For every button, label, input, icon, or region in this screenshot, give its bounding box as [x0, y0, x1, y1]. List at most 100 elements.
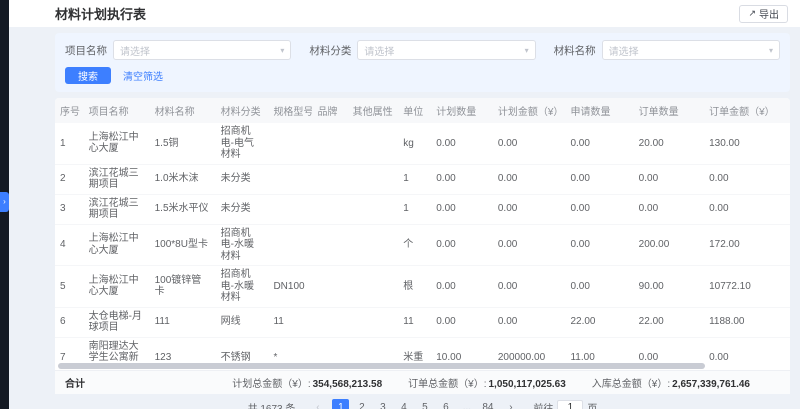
- table-header-row: 序号项目名称材料名称材料分类规格型号品牌其他属性单位计划数量计划金额（¥）申请数…: [55, 98, 790, 123]
- order-total-value: 1,050,117,025.63: [488, 379, 565, 390]
- table-cell: 0.00: [493, 164, 566, 194]
- planned-total-value: 354,568,213.58: [313, 379, 383, 390]
- table-cell: 0.00: [634, 194, 704, 224]
- table-cell: 6: [55, 307, 84, 337]
- table-cell: 0.00: [634, 337, 704, 362]
- column-header: 订单金额（¥）: [704, 98, 790, 123]
- table-cell: [312, 224, 347, 266]
- chevron-down-icon: ▾: [280, 46, 284, 55]
- table-cell: 0.00: [431, 164, 493, 194]
- table-cell: 1188.00: [704, 307, 790, 337]
- table-cell: 200.00: [634, 224, 704, 266]
- table-cell: [268, 164, 312, 194]
- table-cell: 0.00: [565, 266, 633, 308]
- column-header: 其他属性: [348, 98, 399, 123]
- table-cell: 未分类: [216, 194, 269, 224]
- material-name-select[interactable]: 请选择 ▾: [602, 40, 780, 60]
- materials-table: 序号项目名称材料名称材料分类规格型号品牌其他属性单位计划数量计划金额（¥）申请数…: [55, 98, 790, 362]
- table-cell: 招商机电-水暖材料: [216, 266, 269, 308]
- table-cell: 未分类: [216, 164, 269, 194]
- table-cell: [268, 194, 312, 224]
- table-row: 2滨江花城三期项目1.0米木沫未分类10.000.000.000.000.00: [55, 164, 790, 194]
- table-cell: 1.0米木沫: [150, 164, 216, 194]
- scrollbar-thumb[interactable]: [58, 363, 705, 369]
- filter-material-category: 材料分类 请选择 ▾: [309, 40, 535, 60]
- table-cell: 0.00: [493, 266, 566, 308]
- material-name-placeholder: 请选择: [609, 43, 639, 58]
- table-cell: 1: [398, 194, 431, 224]
- next-page-button[interactable]: ›: [502, 399, 519, 409]
- table-cell: 0.00: [634, 164, 704, 194]
- summary-row: 合计 计划总金额（¥）:354,568,213.58 订单总金额（¥）:1,05…: [55, 370, 790, 394]
- table-cell: 123: [150, 337, 216, 362]
- project-name-label: 项目名称: [65, 43, 107, 58]
- table-cell: 11: [398, 307, 431, 337]
- table-cell: 11.00: [565, 337, 633, 362]
- top-bar: 材料计划执行表 ↗ 导出: [9, 0, 800, 27]
- table-cell: 上海松江中心大厦: [84, 123, 150, 164]
- table-cell: [312, 337, 347, 362]
- table-cell: 0.00: [493, 307, 566, 337]
- material-name-label: 材料名称: [554, 43, 596, 58]
- page-jump-input[interactable]: [557, 400, 583, 409]
- chevron-down-icon: ▾: [769, 46, 773, 55]
- table-cell: kg: [398, 123, 431, 164]
- mini-sidebar: ›: [0, 0, 9, 409]
- column-header: 申请数量: [565, 98, 633, 123]
- table-row: 7南阳理达大学生公寓新建123不锈钢*米重10.00200000.0011.00…: [55, 337, 790, 362]
- horizontal-scrollbar[interactable]: [55, 362, 790, 370]
- page-button[interactable]: 3: [374, 399, 391, 409]
- page-button[interactable]: 84: [479, 399, 496, 409]
- table-cell: [312, 307, 347, 337]
- table-cell: 1: [398, 164, 431, 194]
- column-header: 材料分类: [216, 98, 269, 123]
- table-cell: [348, 307, 399, 337]
- inbound-total-value: 2,657,339,761.46: [672, 379, 750, 390]
- prev-page-button[interactable]: ‹: [309, 399, 326, 409]
- table-cell: 111: [150, 307, 216, 337]
- page-button[interactable]: 1: [332, 399, 349, 409]
- page-button[interactable]: 4: [395, 399, 412, 409]
- table-cell: 20.00: [634, 123, 704, 164]
- page-ellipsis: ...: [458, 399, 475, 409]
- filter-material-name: 材料名称 请选择 ▾: [554, 40, 780, 60]
- filter-project-name: 项目名称 请选择 ▾: [65, 40, 291, 60]
- table-cell: [312, 123, 347, 164]
- page-button[interactable]: 2: [353, 399, 370, 409]
- project-name-placeholder: 请选择: [120, 43, 150, 58]
- export-button[interactable]: ↗ 导出: [739, 5, 788, 23]
- table-scroll-area[interactable]: 序号项目名称材料名称材料分类规格型号品牌其他属性单位计划数量计划金额（¥）申请数…: [55, 98, 790, 362]
- table-cell: 招商机电-水暖材料: [216, 224, 269, 266]
- search-button[interactable]: 搜索: [65, 67, 111, 84]
- table-cell: 0.00: [431, 266, 493, 308]
- table-cell: [268, 123, 312, 164]
- clear-filters-button[interactable]: 清空筛选: [123, 68, 163, 83]
- table-cell: 上海松江中心大厦: [84, 266, 150, 308]
- table-cell: 网线: [216, 307, 269, 337]
- table-cell: 90.00: [634, 266, 704, 308]
- column-header: 计划金额（¥）: [493, 98, 566, 123]
- sidebar-expand-handle[interactable]: ›: [0, 192, 9, 212]
- column-header: 项目名称: [84, 98, 150, 123]
- table-cell: 招商机电-电气材料: [216, 123, 269, 164]
- table-cell: 1.5米水平仪: [150, 194, 216, 224]
- page-list: 123456... 84: [330, 399, 498, 409]
- project-name-select[interactable]: 请选择 ▾: [113, 40, 291, 60]
- table-cell: 1: [55, 123, 84, 164]
- table-cell: 22.00: [565, 307, 633, 337]
- table-cell: *: [268, 337, 312, 362]
- table-cell: 0.00: [704, 194, 790, 224]
- material-category-select[interactable]: 请选择 ▾: [357, 40, 535, 60]
- table-cell: 滨江花城三期项目: [84, 164, 150, 194]
- page-button[interactable]: 5: [416, 399, 433, 409]
- table-cell: 0.00: [431, 224, 493, 266]
- table-cell: 100*8U型卡: [150, 224, 216, 266]
- table-cell: 10.00: [431, 337, 493, 362]
- total-count: 共 1673 条: [248, 400, 296, 409]
- material-category-label: 材料分类: [309, 43, 351, 58]
- table-cell: 滨江花城三期项目: [84, 194, 150, 224]
- order-total-label: 订单总金额（¥）:: [408, 379, 486, 390]
- table-cell: 130.00: [704, 123, 790, 164]
- page-button[interactable]: 6: [437, 399, 454, 409]
- table-cell: 南阳理达大学生公寓新建: [84, 337, 150, 362]
